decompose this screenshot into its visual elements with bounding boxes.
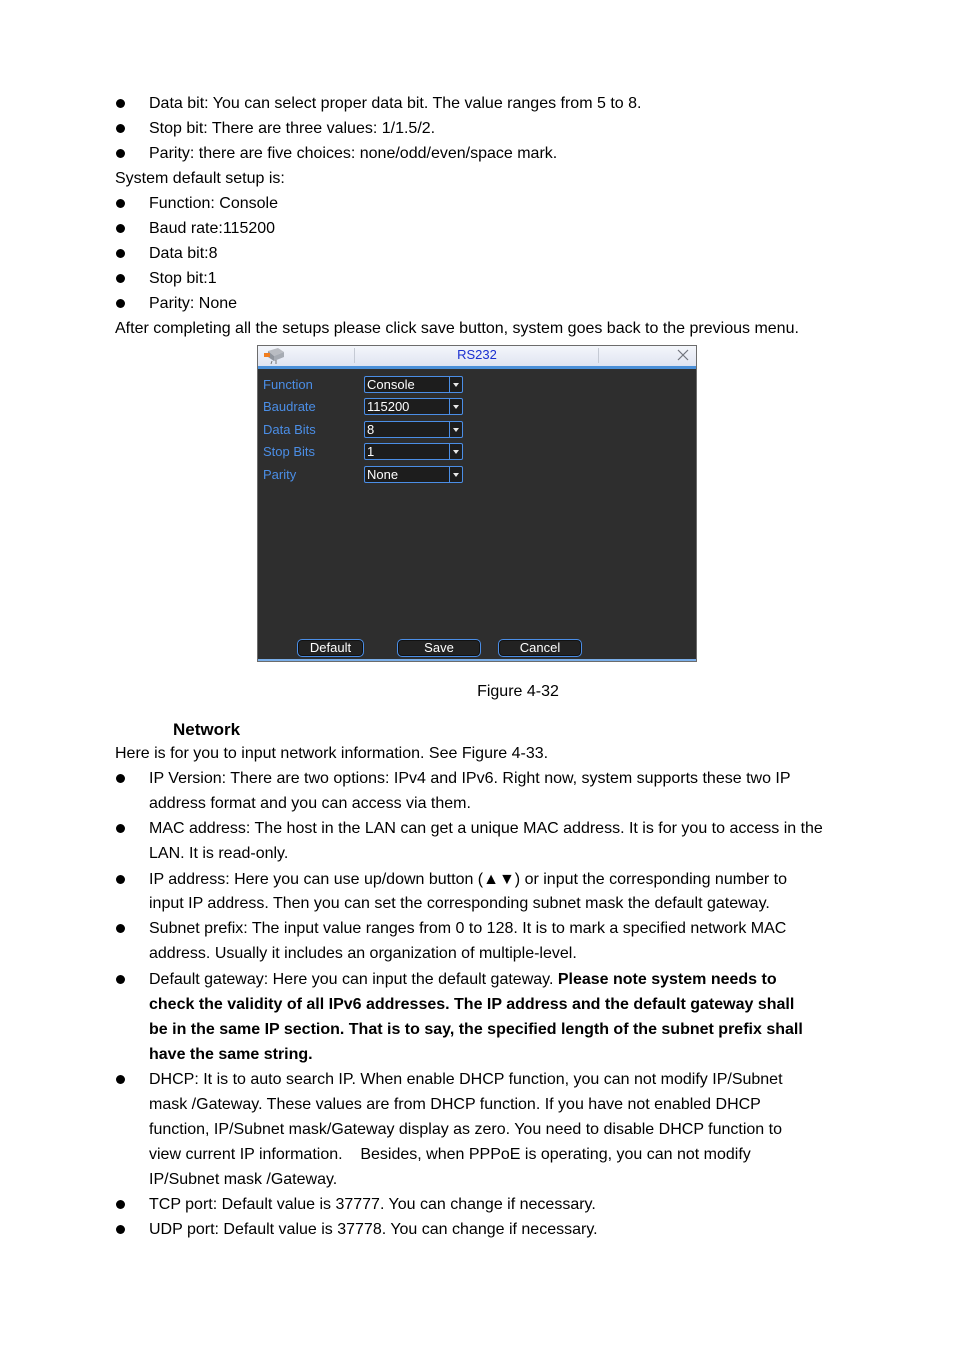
gateway-note: Please note system needs to <box>557 971 777 988</box>
save-button[interactable]: Save <box>397 639 481 657</box>
bullet-text: IP address: Here you can use up/down but… <box>149 871 787 888</box>
bullet-text: view current IP information. Besides, wh… <box>149 1146 751 1163</box>
bullet-icon <box>115 819 125 833</box>
gateway-note: be in the same IP section. That is to sa… <box>149 1021 803 1038</box>
bullet-text: Default gateway: Here you can input the … <box>149 970 777 990</box>
bullet-text: Data bit:8 <box>149 245 218 262</box>
bullet-text: MAC address: The host in the LAN can get… <box>149 820 823 837</box>
rs232-dialog: RS232 Function Console Baudrate 115200 D… <box>257 345 697 662</box>
default-setup-label: System default setup is: <box>115 170 285 187</box>
data-bits-select[interactable]: 8 <box>364 421 463 438</box>
bullet-text: UDP port: Default value is 37778. You ca… <box>149 1221 598 1238</box>
stop-bits-value: 1 <box>367 444 375 459</box>
baudrate-label: Baudrate <box>263 399 316 414</box>
bullet-text: IP Version: There are two options: IPv4 … <box>149 770 791 787</box>
baudrate-select[interactable]: 115200 <box>364 398 463 415</box>
parity-label: Parity <box>263 467 297 482</box>
chevron-down-icon[interactable] <box>449 422 462 437</box>
bullet-icon <box>115 294 125 308</box>
bullet-text: LAN. It is read-only. <box>149 845 289 862</box>
gateway-note: have the same string. <box>149 1046 313 1063</box>
bullet-text: IP/Subnet mask /Gateway. <box>149 1171 338 1188</box>
bullet-text: address format and you can access via th… <box>149 795 471 812</box>
bullet-text: Parity: None <box>149 295 238 312</box>
bullet-icon <box>115 219 125 233</box>
function-label: Function <box>263 377 313 392</box>
stop-bits-label: Stop Bits <box>263 444 316 459</box>
bullet-icon <box>115 244 125 258</box>
after-setup-text: After completing all the setups please c… <box>115 320 799 337</box>
function-value: Console <box>367 377 415 392</box>
bullet-icon <box>115 1070 125 1084</box>
chevron-down-icon[interactable] <box>449 399 462 414</box>
figure-caption: Figure 4-32 <box>477 683 559 700</box>
bullet-text: Stop bit:1 <box>149 270 217 287</box>
data-bits-label: Data Bits <box>263 422 316 437</box>
baudrate-value: 115200 <box>367 399 410 414</box>
bullet-text: mask /Gateway. These values are from DHC… <box>149 1096 761 1113</box>
bullet-text: input IP address. Then you can set the c… <box>149 895 770 912</box>
bullet-text: Baud rate:115200 <box>149 220 276 237</box>
bullet-text: TCP port: Default value is 37777. You ca… <box>149 1196 596 1213</box>
bullet-icon <box>115 870 125 884</box>
bullet-icon <box>115 194 125 208</box>
bullet-icon <box>115 769 125 783</box>
chevron-down-icon[interactable] <box>449 444 462 459</box>
function-select[interactable]: Console <box>364 376 463 393</box>
bullet-icon <box>115 1195 125 1209</box>
bullet-icon <box>115 1220 125 1234</box>
section-heading: Network <box>173 720 241 739</box>
dialog-title: RS232 <box>457 347 497 362</box>
cancel-button[interactable]: Cancel <box>498 639 582 657</box>
chevron-down-icon[interactable] <box>449 467 462 482</box>
bullet-text: Stop bit: There are three values: 1/1.5/… <box>149 120 436 137</box>
parity-select[interactable]: None <box>364 466 463 483</box>
default-button[interactable]: Default <box>297 639 364 657</box>
stop-bits-select[interactable]: 1 <box>364 443 463 460</box>
data-bits-value: 8 <box>367 422 375 437</box>
bullet-text: Data bit: You can select proper data bit… <box>149 95 642 112</box>
bullet-icon <box>115 144 125 158</box>
dialog-titlebar: RS232 <box>258 346 696 369</box>
dialog-bottom-border <box>258 659 696 661</box>
bullet-text: function, IP/Subnet mask/Gateway display… <box>149 1121 782 1138</box>
bullet-text: Subnet prefix: The input value ranges fr… <box>149 920 787 937</box>
bullet-icon <box>115 94 125 108</box>
gateway-note: check the validity of all IPv6 addresses… <box>149 996 795 1013</box>
parity-value: None <box>367 467 399 482</box>
bullet-text: Parity: there are five choices: none/odd… <box>149 145 558 162</box>
close-icon[interactable] <box>676 348 690 362</box>
bullet-text: address. Usually it includes an organiza… <box>149 945 577 962</box>
bullet-icon <box>115 119 125 133</box>
bullet-text: Function: Console <box>149 195 278 212</box>
gateway-text: Default gateway: Here you can input the … <box>149 971 558 988</box>
bullet-icon <box>115 269 125 283</box>
bullet-icon <box>115 919 125 933</box>
bullet-text: DHCP: It is to auto search IP. When enab… <box>149 1071 783 1088</box>
bullet-icon <box>115 970 125 984</box>
chevron-down-icon[interactable] <box>449 377 462 392</box>
titlebar-divider <box>598 348 599 363</box>
network-intro: Here is for you to input network informa… <box>115 745 549 762</box>
